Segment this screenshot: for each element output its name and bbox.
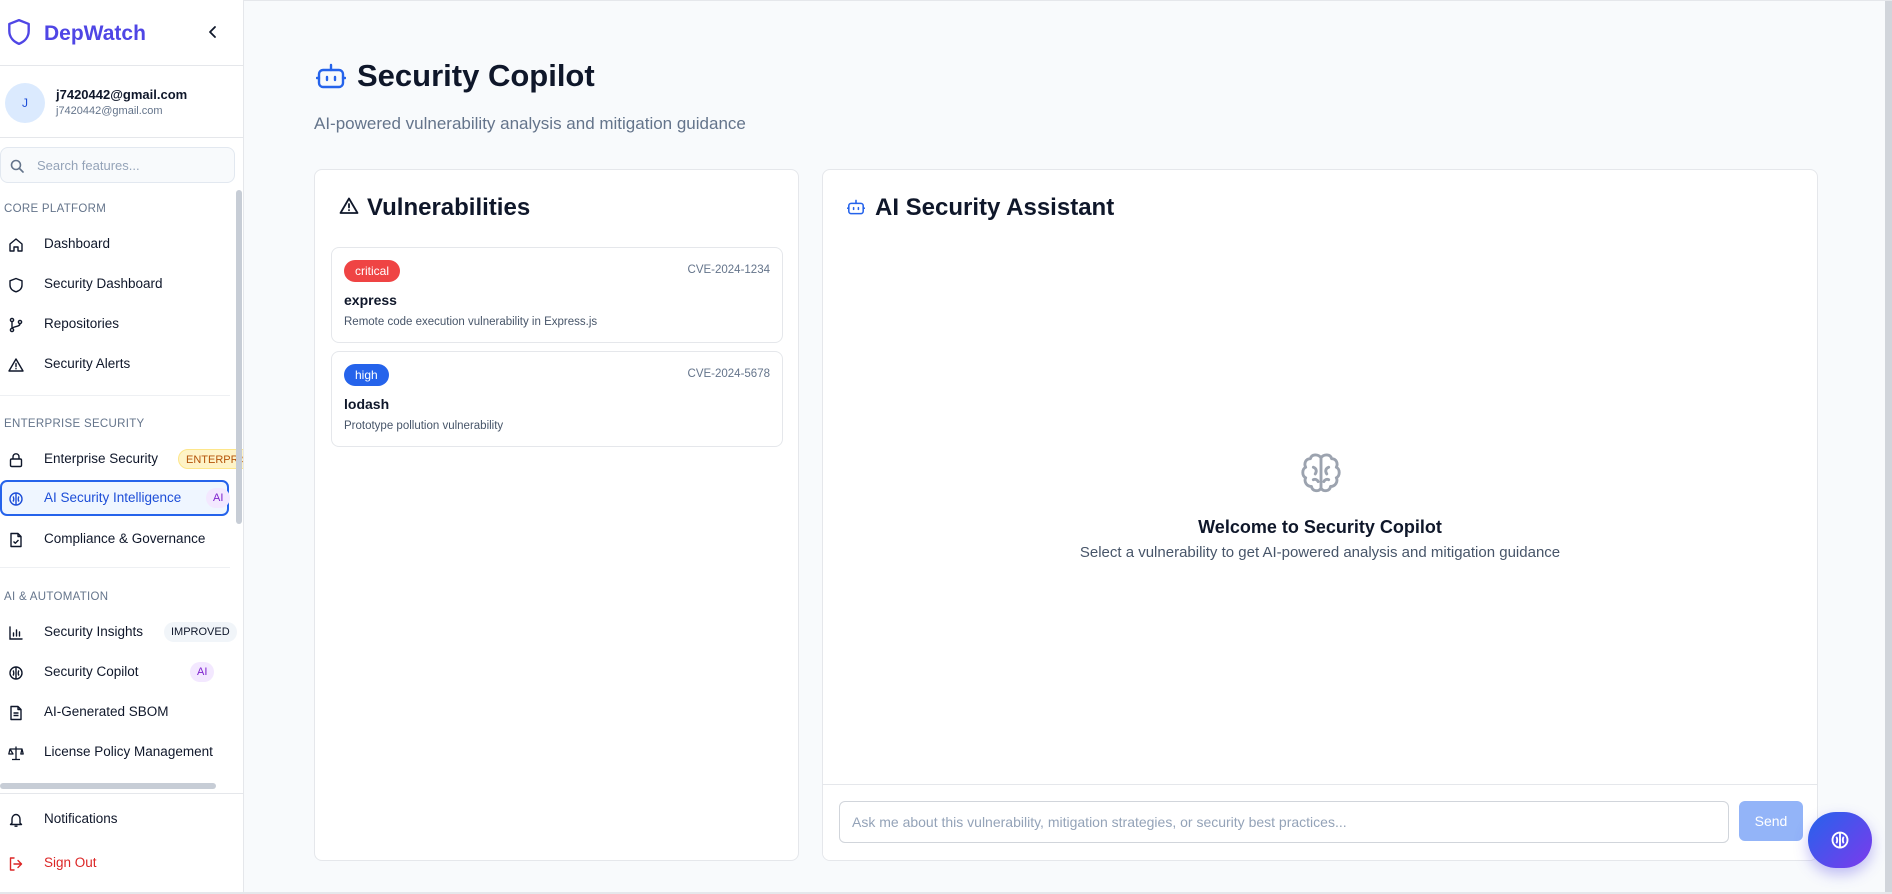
user-email: j7420442@gmail.com: [56, 105, 163, 117]
package-name: lodash: [344, 396, 390, 412]
sidebar-item-security-dashboard[interactable]: Security Dashboard: [0, 266, 234, 302]
sidebar-item-ai-security-intelligence[interactable]: AI Security Intelligence AI: [0, 480, 231, 516]
sidebar-vertical-scrollbar[interactable]: [236, 190, 242, 524]
section-title-core-platform: CORE PLATFORM: [4, 203, 107, 215]
sidebar-item-license-policy-management[interactable]: License Policy Management: [0, 734, 234, 770]
scale-icon: [8, 745, 24, 761]
sidebar-item-label: AI-Generated SBOM: [44, 704, 169, 719]
sidebar-item-label: Security Dashboard: [44, 276, 163, 291]
alert-triangle-icon: [339, 196, 359, 216]
lock-icon: [8, 452, 24, 468]
sidebar-item-repositories[interactable]: Repositories: [0, 306, 234, 342]
sidebar-item-security-insights[interactable]: Security Insights IMPROVED: [0, 614, 237, 650]
sidebar-item-label: Dashboard: [44, 236, 111, 251]
page-subtitle: AI-powered vulnerability analysis and mi…: [314, 114, 746, 133]
send-button[interactable]: Send: [1739, 801, 1803, 841]
page-vertical-scrollbar[interactable]: [1885, 0, 1892, 894]
vulnerability-description: Prototype pollution vulnerability: [344, 420, 504, 432]
sidebar-item-label: Security Insights: [44, 624, 144, 639]
sidebar-item-security-alerts[interactable]: Security Alerts: [0, 346, 234, 382]
sidebar-item-label: Notifications: [44, 811, 118, 826]
search-input[interactable]: [35, 148, 225, 182]
avatar: J: [5, 83, 45, 123]
alert-triangle-icon: [8, 357, 24, 373]
sidebar-item-label: Compliance & Governance: [44, 531, 206, 546]
search-icon: [10, 159, 24, 173]
welcome-text: Select a vulnerability to get AI-powered…: [1079, 544, 1561, 561]
sidebar-item-ai-generated-sbom[interactable]: AI-Generated SBOM: [0, 694, 234, 730]
cve-id: CVE-2024-1234: [687, 264, 770, 276]
user-profile[interactable]: J j7420442@gmail.com j7420442@gmail.com: [0, 67, 243, 138]
assistant-heading: AI Security Assistant: [875, 194, 1115, 221]
page-title: Security Copilot: [357, 58, 595, 93]
sidebar-item-label: AI Security Intelligence: [44, 490, 182, 505]
section-title-ai-automation: AI & AUTOMATION: [4, 591, 109, 603]
improved-badge: IMPROVED: [164, 622, 237, 642]
brain-icon: [1298, 450, 1344, 496]
sidebar: DepWatch J j7420442@gmail.com j7420442@g…: [0, 0, 244, 894]
ai-badge: AI: [206, 488, 231, 508]
enterprise-badge: ENTERPRISE: [178, 449, 243, 469]
sidebar-item-label: License Policy Management: [44, 744, 213, 759]
brain-icon: [8, 491, 24, 507]
ai-badge: AI: [190, 662, 215, 682]
sidebar-item-sign-out[interactable]: Sign Out: [0, 843, 234, 879]
bot-icon: [316, 62, 346, 90]
ai-assistant-panel: AI Security Assistant Welcome to Securit…: [822, 169, 1818, 861]
chevron-left-icon: [209, 26, 216, 38]
bot-icon: [847, 198, 865, 216]
sidebar-nav: CORE PLATFORM Dashboard Security Dashboa…: [0, 190, 243, 790]
sidebar-item-label: Security Alerts: [44, 356, 131, 371]
section-divider: [0, 567, 230, 568]
brain-icon: [1830, 830, 1850, 850]
vulnerability-card-lodash[interactable]: high CVE-2024-5678 lodash Prototype poll…: [331, 351, 783, 447]
top-border: [244, 0, 1892, 1]
sidebar-item-label: Sign Out: [44, 855, 97, 870]
chat-composer: Send: [823, 784, 1817, 860]
sidebar-item-dashboard[interactable]: Dashboard: [0, 226, 234, 262]
vulnerabilities-heading: Vulnerabilities: [367, 194, 531, 221]
sidebar-item-label: Enterprise Security: [44, 451, 159, 466]
sidebar-item-enterprise-security[interactable]: Enterprise Security ENTERPRISE: [0, 441, 243, 477]
shield-logo-icon: [6, 18, 32, 46]
shield-icon: [8, 277, 24, 293]
section-title-enterprise-security: ENTERPRISE SECURITY: [4, 418, 145, 430]
bell-icon: [8, 812, 24, 828]
feature-search: [0, 147, 235, 183]
file-check-icon: [8, 532, 24, 548]
ai-assistant-fab[interactable]: [1808, 812, 1872, 868]
severity-badge: high: [344, 364, 389, 386]
sidebar-item-security-copilot[interactable]: Security Copilot AI: [0, 654, 234, 690]
sidebar-footer: Notifications Sign Out: [0, 793, 243, 894]
user-name: j7420442@gmail.com: [56, 87, 188, 102]
package-name: express: [344, 292, 397, 308]
git-branch-icon: [8, 317, 24, 333]
sidebar-item-notifications[interactable]: Notifications: [0, 799, 234, 835]
file-text-icon: [8, 705, 24, 721]
brain-icon: [8, 665, 24, 681]
welcome-title: Welcome to Security Copilot: [1198, 517, 1442, 537]
severity-badge: critical: [344, 260, 401, 282]
sidebar-horizontal-scrollbar[interactable]: [0, 783, 216, 789]
vulnerabilities-panel: Vulnerabilities critical CVE-2024-1234 e…: [314, 169, 799, 861]
home-icon: [8, 237, 24, 253]
sidebar-item-label: Repositories: [44, 316, 120, 331]
main-content: Security Copilot AI-powered vulnerabilit…: [244, 0, 1892, 894]
sidebar-item-compliance-governance[interactable]: Compliance & Governance: [0, 521, 234, 557]
vulnerability-description: Remote code execution vulnerability in E…: [344, 316, 598, 328]
vulnerability-card-express[interactable]: critical CVE-2024-1234 express Remote co…: [331, 247, 783, 343]
brand-header: DepWatch: [0, 0, 243, 66]
section-divider: [0, 395, 230, 396]
log-out-icon: [8, 856, 24, 872]
bar-chart-icon: [8, 625, 24, 641]
brand-name: DepWatch: [44, 22, 146, 45]
cve-id: CVE-2024-5678: [687, 368, 770, 380]
sidebar-item-label: Security Copilot: [44, 664, 139, 679]
chat-input[interactable]: [839, 801, 1729, 843]
collapse-sidebar-button[interactable]: [203, 22, 223, 42]
